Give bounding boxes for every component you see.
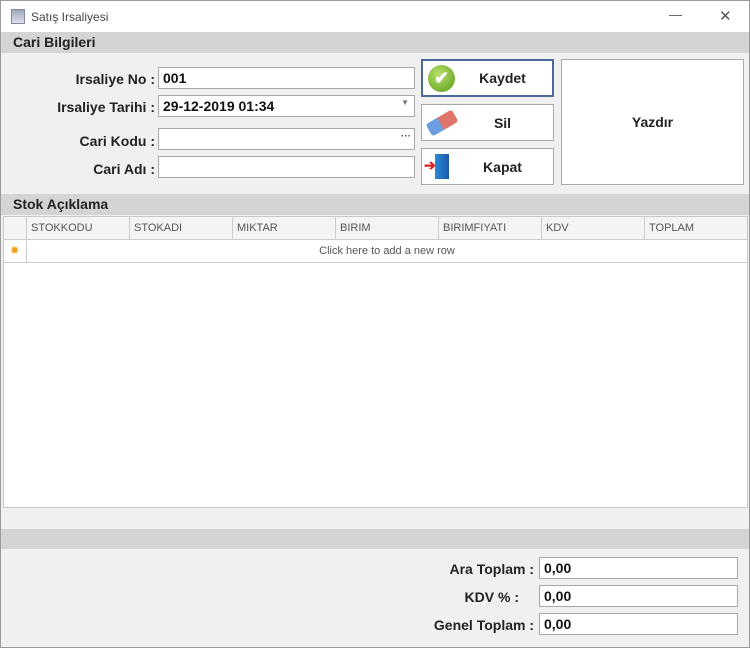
col-birimfiyati[interactable]: BIRIMFIYATI (438, 217, 541, 240)
sales-waybill-window: Satış Irsaliyesi — ✕ Cari Bilgileri Irsa… (0, 0, 750, 648)
cari-adi-label: Cari Adı : (93, 161, 155, 177)
kapat-button[interactable]: ➔ Kapat (421, 148, 554, 185)
app-icon (11, 9, 25, 24)
chevron-down-icon[interactable]: ▼ (401, 98, 409, 107)
genel-toplam-input[interactable]: 0,00 (539, 613, 738, 635)
ara-toplam-label: Ara Toplam : (449, 561, 534, 577)
kdv-label: KDV % : (464, 589, 519, 605)
checkmark-icon: ✔ (428, 65, 455, 92)
col-stokadi[interactable]: STOKADI (129, 217, 232, 240)
minimize-button[interactable]: — (669, 7, 682, 22)
irsaliye-tarihi-label: Irsaliye Tarihi : (57, 99, 155, 115)
irsaliye-no-label: Irsaliye No : (75, 71, 155, 87)
genel-toplam-label: Genel Toplam : (433, 617, 534, 633)
col-stokkodu[interactable]: STOKKODU (26, 217, 129, 240)
new-row-star-icon: ✸ (10, 245, 20, 257)
cari-kodu-label: Cari Kodu : (79, 133, 155, 149)
irsaliye-tarihi-datepicker[interactable]: 29-12-2019 01:34 ▼ (158, 95, 415, 117)
sil-button[interactable]: Sil (421, 104, 554, 141)
arrow-right-icon: ➔ (424, 157, 436, 173)
irsaliye-no-input[interactable]: 001 (158, 67, 415, 89)
kaydet-label: Kaydet (479, 70, 526, 86)
new-row-prompt[interactable]: Click here to add a new row (26, 241, 747, 262)
col-miktar[interactable]: MIKTAR (232, 217, 335, 240)
cari-bilgileri-header: Cari Bilgileri (1, 32, 749, 53)
grid-header: STOKKODU STOKADI MIKTAR BIRIM BIRIMFIYAT… (4, 217, 747, 240)
footer-bar (1, 529, 749, 549)
new-row[interactable]: ✸ Click here to add a new row (4, 241, 747, 263)
kaydet-button[interactable]: ✔ Kaydet (421, 59, 554, 97)
yazdir-button[interactable]: Yazdır (561, 59, 744, 185)
ara-toplam-input[interactable]: 0,00 (539, 557, 738, 579)
sil-label: Sil (493, 114, 512, 131)
stok-aciklama-header: Stok Açıklama (1, 194, 749, 215)
col-kdv[interactable]: KDV (541, 217, 644, 240)
close-button[interactable]: ✕ (719, 7, 732, 25)
kapat-label: Kapat (483, 158, 522, 175)
eraser-icon (425, 109, 459, 137)
cari-kodu-input[interactable]: ··· (158, 128, 415, 150)
col-toplam[interactable]: TOPLAM (644, 217, 747, 240)
col-birim[interactable]: BIRIM (335, 217, 438, 240)
cari-adi-input[interactable] (158, 156, 415, 178)
window-title: Satış Irsaliyesi (31, 10, 109, 24)
ellipsis-button[interactable]: ··· (401, 131, 411, 142)
irsaliye-tarihi-value: 29-12-2019 01:34 (163, 98, 275, 114)
stok-grid[interactable]: STOKKODU STOKADI MIKTAR BIRIM BIRIMFIYAT… (3, 216, 748, 508)
title-bar: Satış Irsaliyesi — ✕ (1, 1, 749, 32)
kdv-input[interactable]: 0,00 (539, 585, 738, 607)
exit-door-icon (435, 154, 449, 179)
